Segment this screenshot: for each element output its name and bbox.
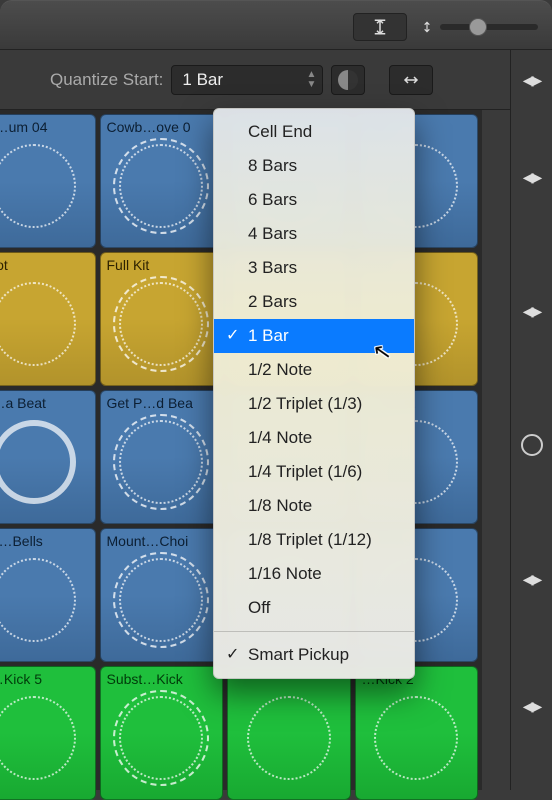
menu-item[interactable]: 1/4 Triplet (1/6) [214, 455, 414, 489]
cell[interactable]: Full Kit [100, 252, 224, 386]
cell-title: unt…Bells [0, 533, 89, 549]
rail-button-5[interactable]: ◀▶ [511, 646, 552, 766]
zoom-slider[interactable] [440, 24, 538, 30]
cell[interactable]: an…um 04 [0, 114, 96, 248]
phase-button[interactable] [331, 65, 365, 95]
expand-vertical-button[interactable] [353, 13, 407, 41]
menu-item[interactable]: 4 Bars [214, 217, 414, 251]
menu-item-label: 8 Bars [248, 156, 297, 175]
check-icon: ✓ [226, 323, 239, 349]
menu-item-label: 1 Bar [248, 326, 289, 345]
cell-title: an…um 04 [0, 119, 89, 135]
pan-icon: ◀▶ [523, 72, 541, 89]
half-moon-icon [338, 70, 358, 90]
cell-title: Cowb…ove 0 [107, 119, 217, 135]
quantize-row: Quantize Start: 1 Bar ▲▼ [0, 50, 552, 110]
menu-item-label: 4 Bars [248, 224, 297, 243]
menu-item[interactable]: 1/16 Note [214, 557, 414, 591]
quantize-select[interactable]: 1 Bar ▲▼ [171, 65, 323, 95]
cell[interactable]: Cowb…ove 0 [100, 114, 224, 248]
menu-item-label: 6 Bars [248, 190, 297, 209]
cell[interactable]: Shot [0, 252, 96, 386]
swap-horizontal-icon [402, 71, 420, 89]
rail-button-2[interactable]: ◀▶ [511, 244, 552, 378]
menu-item[interactable]: 1/8 Triplet (1/12) [214, 523, 414, 557]
cell-title: Subst…Kick [107, 671, 217, 687]
cell-title: Shot [0, 257, 89, 273]
waveform-icon [0, 144, 76, 228]
menu-item[interactable]: 3 Bars [214, 251, 414, 285]
menu-item-label: 1/16 Note [248, 564, 322, 583]
pan-icon: ◀▶ [523, 571, 541, 588]
cell[interactable]: or…a Beat [0, 390, 96, 524]
cell-title: Get P…d Bea [107, 395, 217, 411]
menu-item[interactable]: 1/4 Note [214, 421, 414, 455]
arrows-vert-small-icon [420, 20, 434, 34]
menu-item-smart-pickup[interactable]: ✓ Smart Pickup [214, 638, 414, 672]
menu-item[interactable]: 2 Bars [214, 285, 414, 319]
menu-item[interactable]: Off [214, 591, 414, 625]
menu-item-label: 1/8 Note [248, 496, 312, 515]
zoom-slider-group [420, 13, 538, 41]
rail-button-0[interactable]: ◀▶ [511, 50, 552, 110]
waveform-icon [374, 696, 458, 780]
cell[interactable]: unt…Bells [0, 528, 96, 662]
menu-item[interactable]: 1/2 Triplet (1/3) [214, 387, 414, 421]
waveform-icon [0, 282, 76, 366]
waveform-icon [0, 558, 76, 642]
waveform-icon [119, 558, 203, 642]
waveform-icon [0, 420, 76, 504]
cell[interactable] [227, 666, 351, 800]
cell[interactable]: Mount…Choi [100, 528, 224, 662]
quantize-value: 1 Bar [182, 70, 223, 90]
cell-title: Mount…Choi [107, 533, 217, 549]
menu-item-label: 1/8 Triplet (1/12) [248, 530, 372, 549]
cell[interactable]: Subst…Kick [100, 666, 224, 800]
cell-title: or…a Beat [0, 395, 89, 411]
waveform-icon [0, 696, 76, 780]
menu-item-label: Smart Pickup [248, 645, 349, 664]
menu-item-label: Off [248, 598, 270, 617]
cell[interactable]: st…Kick 5 [0, 666, 96, 800]
waveform-icon [119, 696, 203, 780]
menu-item[interactable]: 8 Bars [214, 149, 414, 183]
menu-item-label: 1/4 Note [248, 428, 312, 447]
cell[interactable]: Get P…d Bea [100, 390, 224, 524]
menu-item-label: 1/4 Triplet (1/6) [248, 462, 362, 481]
menu-item-label: 3 Bars [248, 258, 297, 277]
pan-icon: ◀▶ [523, 698, 541, 715]
waveform-icon [119, 144, 203, 228]
right-rail: ◀▶ ◀▶ ◀▶ ◀▶ ◀▶ [510, 50, 552, 790]
cell[interactable]: …Kick 2 [355, 666, 479, 800]
pan-icon: ◀▶ [523, 303, 541, 320]
menu-separator [214, 631, 414, 632]
arrows-vertical-icon [371, 18, 389, 36]
menu-item[interactable]: 6 Bars [214, 183, 414, 217]
rail-button-3[interactable] [511, 378, 552, 512]
rail-button-1[interactable]: ◀▶ [511, 110, 552, 244]
menu-item[interactable]: 1/8 Note [214, 489, 414, 523]
cell-title: Full Kit [107, 257, 217, 273]
quantize-dropdown-menu: Cell End 8 Bars 6 Bars 4 Bars 3 Bars 2 Bars ✓ 1… [213, 108, 415, 679]
top-toolbar [0, 0, 552, 50]
updown-icon: ▲▼ [306, 70, 316, 90]
swap-horizontal-button[interactable] [389, 65, 433, 95]
waveform-icon [247, 696, 331, 780]
menu-item-label: 1/2 Note [248, 360, 312, 379]
pan-icon: ◀▶ [523, 169, 541, 186]
menu-item-label: Cell End [248, 122, 312, 141]
waveform-icon [119, 420, 203, 504]
menu-item-label: 1/2 Triplet (1/3) [248, 394, 362, 413]
cell-title: st…Kick 5 [0, 671, 89, 687]
check-icon: ✓ [226, 642, 239, 668]
menu-item-label: 2 Bars [248, 292, 297, 311]
rail-button-4[interactable]: ◀▶ [511, 512, 552, 646]
ring-icon [521, 434, 543, 456]
zoom-slider-thumb[interactable] [469, 18, 487, 36]
waveform-icon [119, 282, 203, 366]
menu-item[interactable]: Cell End [214, 115, 414, 149]
quantize-label: Quantize Start: [50, 70, 163, 90]
